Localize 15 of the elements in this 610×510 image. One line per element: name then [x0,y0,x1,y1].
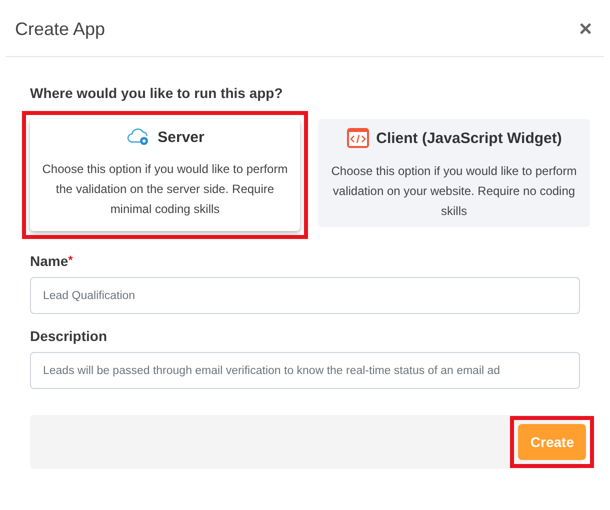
field-label: Description [30,328,108,344]
option-description: Choose this option if you would like to perform validation on your website. Require no coding skills [330,163,578,220]
option-card[interactable]: Server Choose this option if you would like to perform the validation on the server side. Require minimal coding skills [30,119,300,231]
option-description: Choose this option if you would like to perform the validation on the server side. Require minimal coding skills [41,161,289,218]
input-field[interactable]: Leads will be passed through email verification to know the real-time status of an email ad [30,352,580,389]
field-label: Name [30,253,68,269]
option-title: Client (JavaScript Widget) [376,130,562,146]
option-card[interactable]: Client (JavaScript Widget) Choose this option if you would like to perform validation on your website. Require no coding skills [318,119,590,227]
option-title: Server [158,128,204,146]
question-label: Where would you like to run this app? [30,85,284,101]
input-field[interactable]: Lead Qualification [30,277,580,314]
close-button[interactable]: × [575,18,596,40]
required-mark: * [68,253,73,267]
dialog-title: Create App [15,18,106,40]
code-icon [346,127,370,149]
